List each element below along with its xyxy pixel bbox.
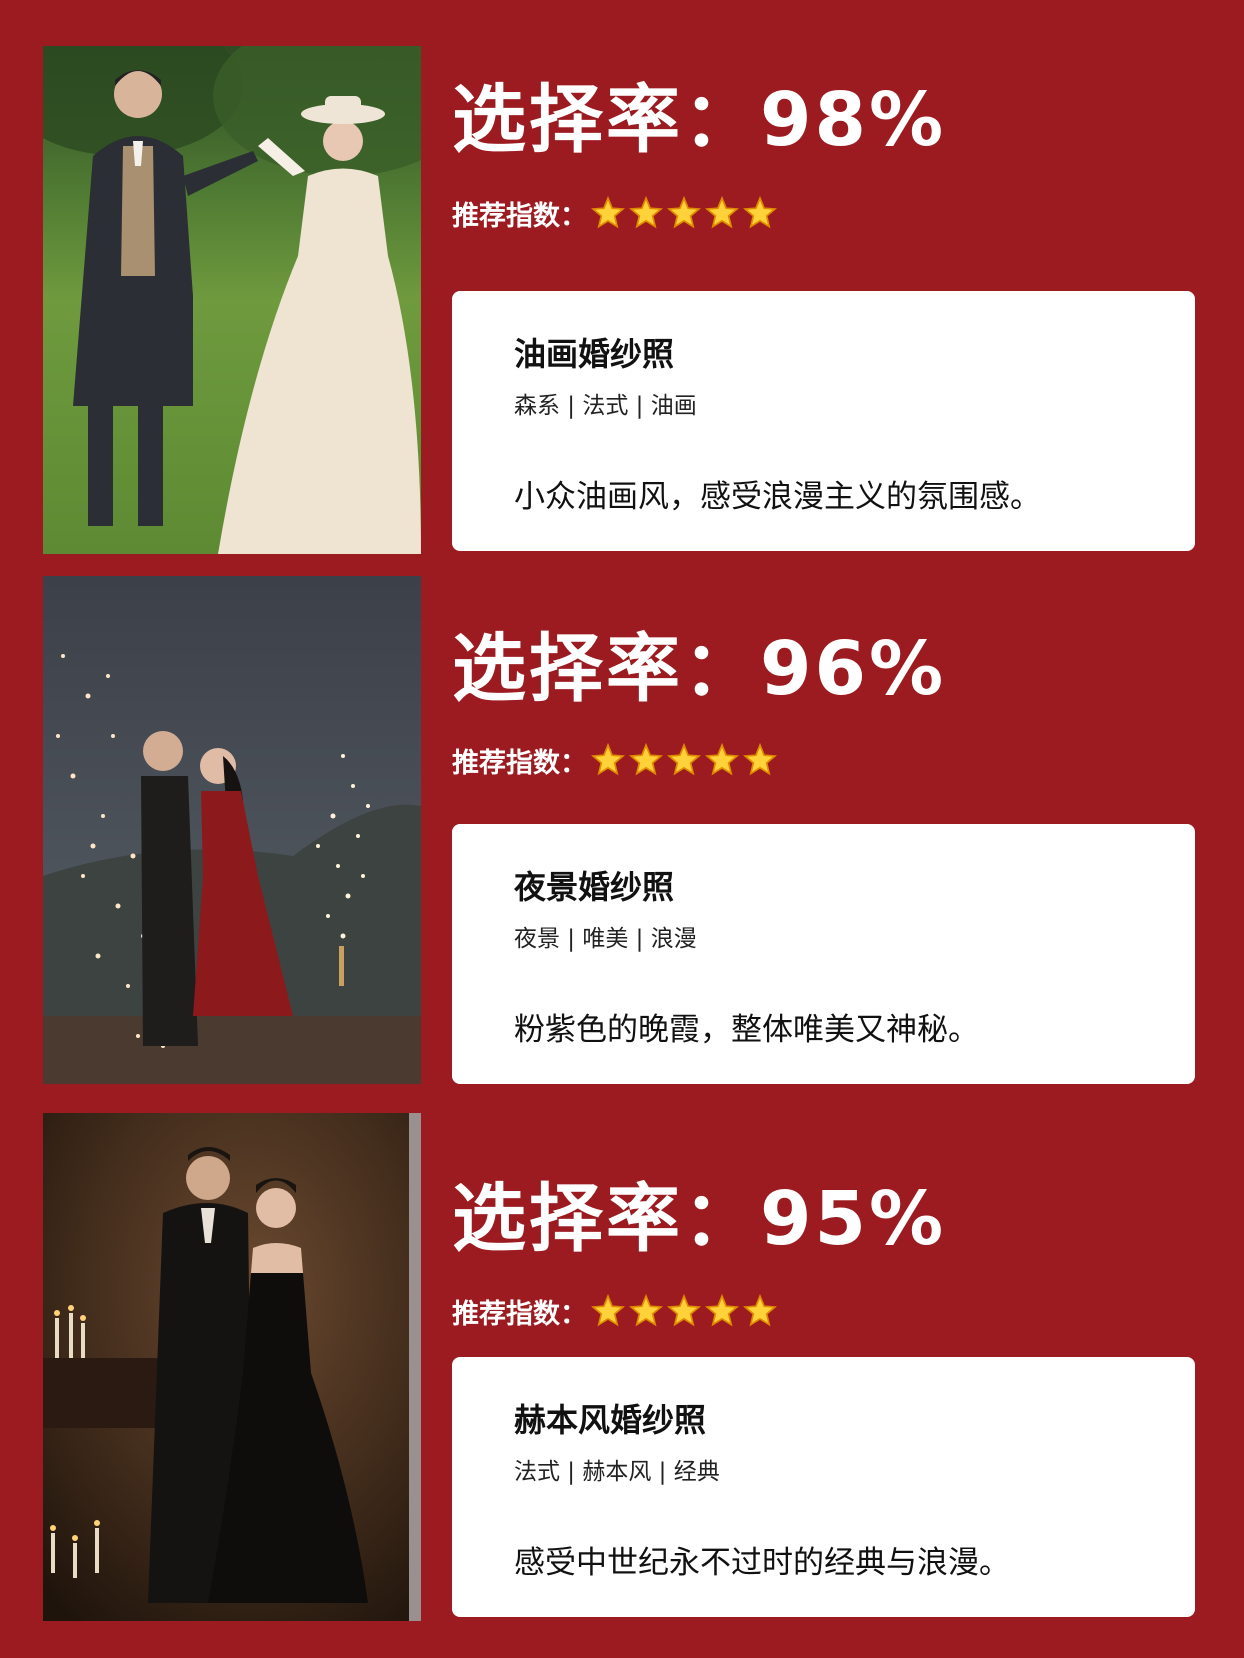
style-card[interactable]: 油画婚纱照 森系 | 法式 | 油画 小众油画风，感受浪漫主义的氛围感。	[452, 291, 1195, 551]
star-icon	[667, 196, 701, 229]
star-icon	[591, 743, 625, 776]
star-icon	[629, 196, 663, 229]
star-rating	[591, 1294, 781, 1328]
couple-night-sparklers-photo	[43, 576, 421, 1084]
card-description: 粉紫色的晚霞，整体唯美又神秘。	[514, 1012, 979, 1048]
recommendation-label: 推荐指数：	[452, 1298, 587, 1330]
selection-rate-heading: 选择率：95%	[452, 1176, 947, 1262]
star-icon	[591, 196, 625, 229]
star-icon	[667, 1294, 701, 1327]
selection-rate-heading: 选择率：98%	[452, 77, 947, 163]
star-icon	[705, 1294, 739, 1327]
star-rating	[591, 743, 781, 777]
recommendation-label: 推荐指数：	[452, 200, 587, 232]
star-icon	[743, 1294, 777, 1327]
star-icon	[743, 743, 777, 776]
recommendation-index: 推荐指数：	[452, 740, 781, 780]
card-tags: 森系 | 法式 | 油画	[514, 393, 697, 419]
recommendation-label: 推荐指数：	[452, 747, 587, 779]
recommendation-index: 推荐指数：	[452, 193, 781, 233]
star-icon	[629, 743, 663, 776]
couple-candlelight-photo	[43, 1113, 421, 1621]
card-title: 赫本风婚纱照	[514, 1401, 707, 1439]
star-icon	[591, 1294, 625, 1327]
card-title: 夜景婚纱照	[514, 868, 675, 906]
star-icon	[667, 743, 701, 776]
couple-in-garden-photo	[43, 46, 421, 554]
star-rating	[591, 196, 781, 230]
star-icon	[705, 196, 739, 229]
card-description: 小众油画风，感受浪漫主义的氛围感。	[514, 479, 1041, 515]
card-tags: 法式 | 赫本风 | 经典	[514, 1459, 720, 1485]
selection-rate-heading: 选择率：96%	[452, 626, 947, 712]
card-title: 油画婚纱照	[514, 335, 675, 373]
star-icon	[629, 1294, 663, 1327]
style-card[interactable]: 夜景婚纱照 夜景 | 唯美 | 浪漫 粉紫色的晚霞，整体唯美又神秘。	[452, 824, 1195, 1084]
card-tags: 夜景 | 唯美 | 浪漫	[514, 926, 697, 952]
card-description: 感受中世纪永不过时的经典与浪漫。	[514, 1545, 1010, 1581]
recommendation-index: 推荐指数：	[452, 1291, 781, 1331]
style-card[interactable]: 赫本风婚纱照 法式 | 赫本风 | 经典 感受中世纪永不过时的经典与浪漫。	[452, 1357, 1195, 1617]
star-icon	[705, 743, 739, 776]
star-icon	[743, 196, 777, 229]
